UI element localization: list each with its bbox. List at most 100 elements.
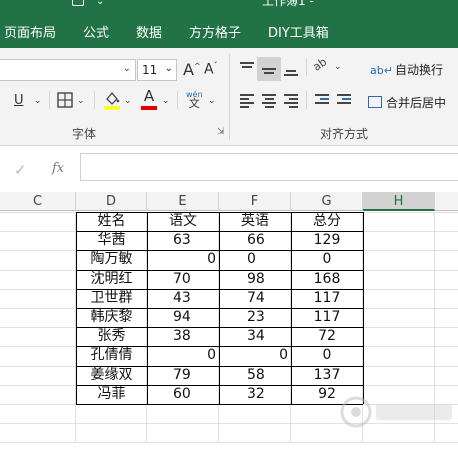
column-header-selected[interactable]: H <box>363 192 435 211</box>
formula-bar: ✓ fx <box>0 147 458 192</box>
tab-formulas[interactable]: 公式 <box>83 22 109 41</box>
table-cell[interactable]: 韩庆黎 <box>76 308 147 327</box>
align-bottom-icon[interactable] <box>284 66 300 80</box>
table-cell[interactable]: 168 <box>291 270 363 289</box>
table-cell[interactable]: 137 <box>291 366 363 385</box>
font-size-select[interactable]: 11 ⌄ <box>137 59 177 81</box>
alignment-group-label: 对齐方式 <box>320 127 369 141</box>
shrink-font-button[interactable]: Aˇ <box>204 61 218 78</box>
table-cell[interactable]: 0 <box>291 250 363 269</box>
insert-function-icon[interactable]: fx <box>52 161 64 176</box>
table-header-cell[interactable]: 英语 <box>219 212 291 231</box>
font-color-glyph: A <box>143 87 155 105</box>
column-header[interactable]: F <box>219 192 291 211</box>
chevron-down-icon[interactable]: ⌄ <box>34 96 42 106</box>
table-cell[interactable]: 冯菲 <box>76 385 147 404</box>
merge-center-label: 合并后居中 <box>386 96 447 110</box>
save-icon[interactable] <box>72 0 84 6</box>
font-color-button[interactable]: A <box>141 89 157 110</box>
title-bar: ⌄ 工作簿1 - <box>0 0 458 10</box>
underline-button[interactable]: U <box>14 93 24 108</box>
table-header-cell[interactable]: 姓名 <box>76 212 147 231</box>
grow-font-button[interactable]: A^ <box>183 60 201 79</box>
align-middle-icon[interactable] <box>262 64 278 78</box>
chevron-down-icon[interactable]: ⌄ <box>208 96 216 106</box>
confirm-entry-icon[interactable]: ✓ <box>14 161 27 179</box>
font-name-select[interactable]: ⌄ <box>0 59 136 81</box>
column-header[interactable]: D <box>76 192 147 211</box>
tab-fangfang[interactable]: 方方格子 <box>189 22 241 41</box>
table-cell[interactable]: 卫世群 <box>76 289 147 308</box>
borders-button[interactable] <box>57 92 73 112</box>
align-left-icon[interactable] <box>240 94 256 108</box>
group-divider <box>229 54 230 140</box>
table-cell[interactable]: 60 <box>147 385 219 404</box>
table-cell[interactable]: 0 <box>219 346 291 365</box>
tab-diy-toolbox[interactable]: DIY工具箱 <box>268 22 329 41</box>
table-cell[interactable]: 孔倩倩 <box>76 346 147 365</box>
column-header[interactable] <box>435 192 458 211</box>
table-cell[interactable]: 98 <box>219 270 291 289</box>
merge-center-button[interactable]: 合并后居中 <box>368 94 446 111</box>
table-border <box>363 212 364 404</box>
divider <box>177 91 178 109</box>
chevron-down-icon[interactable]: ⌄ <box>162 96 170 106</box>
table-cell[interactable]: 72 <box>291 327 363 346</box>
wrap-text-button[interactable]: ab↵ 自动换行 <box>370 61 443 78</box>
divider <box>306 91 307 109</box>
watermark-logo <box>340 396 452 428</box>
table-cell[interactable]: 23 <box>219 308 291 327</box>
divider <box>49 91 50 109</box>
align-right-icon[interactable] <box>284 94 300 108</box>
chevron-down-icon[interactable]: ⌄ <box>96 0 104 7</box>
table-cell[interactable]: 0 <box>219 250 291 269</box>
column-header[interactable]: G <box>291 192 363 211</box>
table-cell[interactable]: 0 <box>147 250 219 269</box>
table-cell[interactable]: 63 <box>147 231 219 250</box>
divider <box>94 91 95 109</box>
table-cell[interactable]: 79 <box>147 366 219 385</box>
tab-data[interactable]: 数据 <box>136 22 162 41</box>
phonetic-button[interactable]: wén 文 <box>186 90 203 109</box>
align-top-icon[interactable] <box>240 62 256 76</box>
table-cell[interactable]: 38 <box>147 327 219 346</box>
table-cell[interactable]: 华茜 <box>76 231 147 250</box>
formula-input[interactable] <box>80 153 458 181</box>
table-header-cell[interactable]: 语文 <box>147 212 219 231</box>
grid-hline <box>0 442 458 444</box>
window-title: 工作簿1 - <box>262 0 314 8</box>
table-cell[interactable]: 34 <box>219 327 291 346</box>
chevron-down-icon[interactable]: ⌄ <box>124 96 132 106</box>
table-cell[interactable]: 0 <box>147 346 219 365</box>
table-cell[interactable]: 姜缘双 <box>76 366 147 385</box>
column-header[interactable]: E <box>147 192 219 211</box>
font-dialog-launcher-icon[interactable]: ⇲ <box>217 127 225 137</box>
table-cell[interactable]: 43 <box>147 289 219 308</box>
fill-color-button[interactable] <box>103 90 121 114</box>
decrease-indent-icon[interactable] <box>315 94 331 108</box>
table-header-cell[interactable]: 总分 <box>291 212 363 231</box>
ribbon-tabs: 页面布局 公式 数据 方方格子 DIY工具箱 <box>0 10 458 48</box>
chevron-down-icon: ⌄ <box>122 63 131 74</box>
table-cell[interactable]: 94 <box>147 308 219 327</box>
align-center-icon[interactable] <box>262 94 278 108</box>
table-cell[interactable]: 0 <box>291 346 363 365</box>
tab-page-layout[interactable]: 页面布局 <box>4 22 56 41</box>
table-cell[interactable]: 70 <box>147 270 219 289</box>
orientation-button[interactable]: ab <box>311 55 330 74</box>
table-cell[interactable]: 117 <box>291 289 363 308</box>
font-size-value: 11 <box>142 63 158 77</box>
table-cell[interactable]: 陶万敏 <box>76 250 147 269</box>
table-cell[interactable]: 129 <box>291 231 363 250</box>
table-cell[interactable]: 66 <box>219 231 291 250</box>
increase-indent-icon[interactable] <box>337 94 353 108</box>
table-cell[interactable]: 32 <box>219 385 291 404</box>
chevron-down-icon[interactable]: ⌄ <box>334 62 342 72</box>
chevron-down-icon[interactable]: ⌄ <box>77 96 85 106</box>
table-cell[interactable]: 张秀 <box>76 327 147 346</box>
table-cell[interactable]: 58 <box>219 366 291 385</box>
table-cell[interactable]: 117 <box>291 308 363 327</box>
column-header[interactable]: C <box>0 192 76 211</box>
table-cell[interactable]: 沈明红 <box>76 270 147 289</box>
table-cell[interactable]: 74 <box>219 289 291 308</box>
